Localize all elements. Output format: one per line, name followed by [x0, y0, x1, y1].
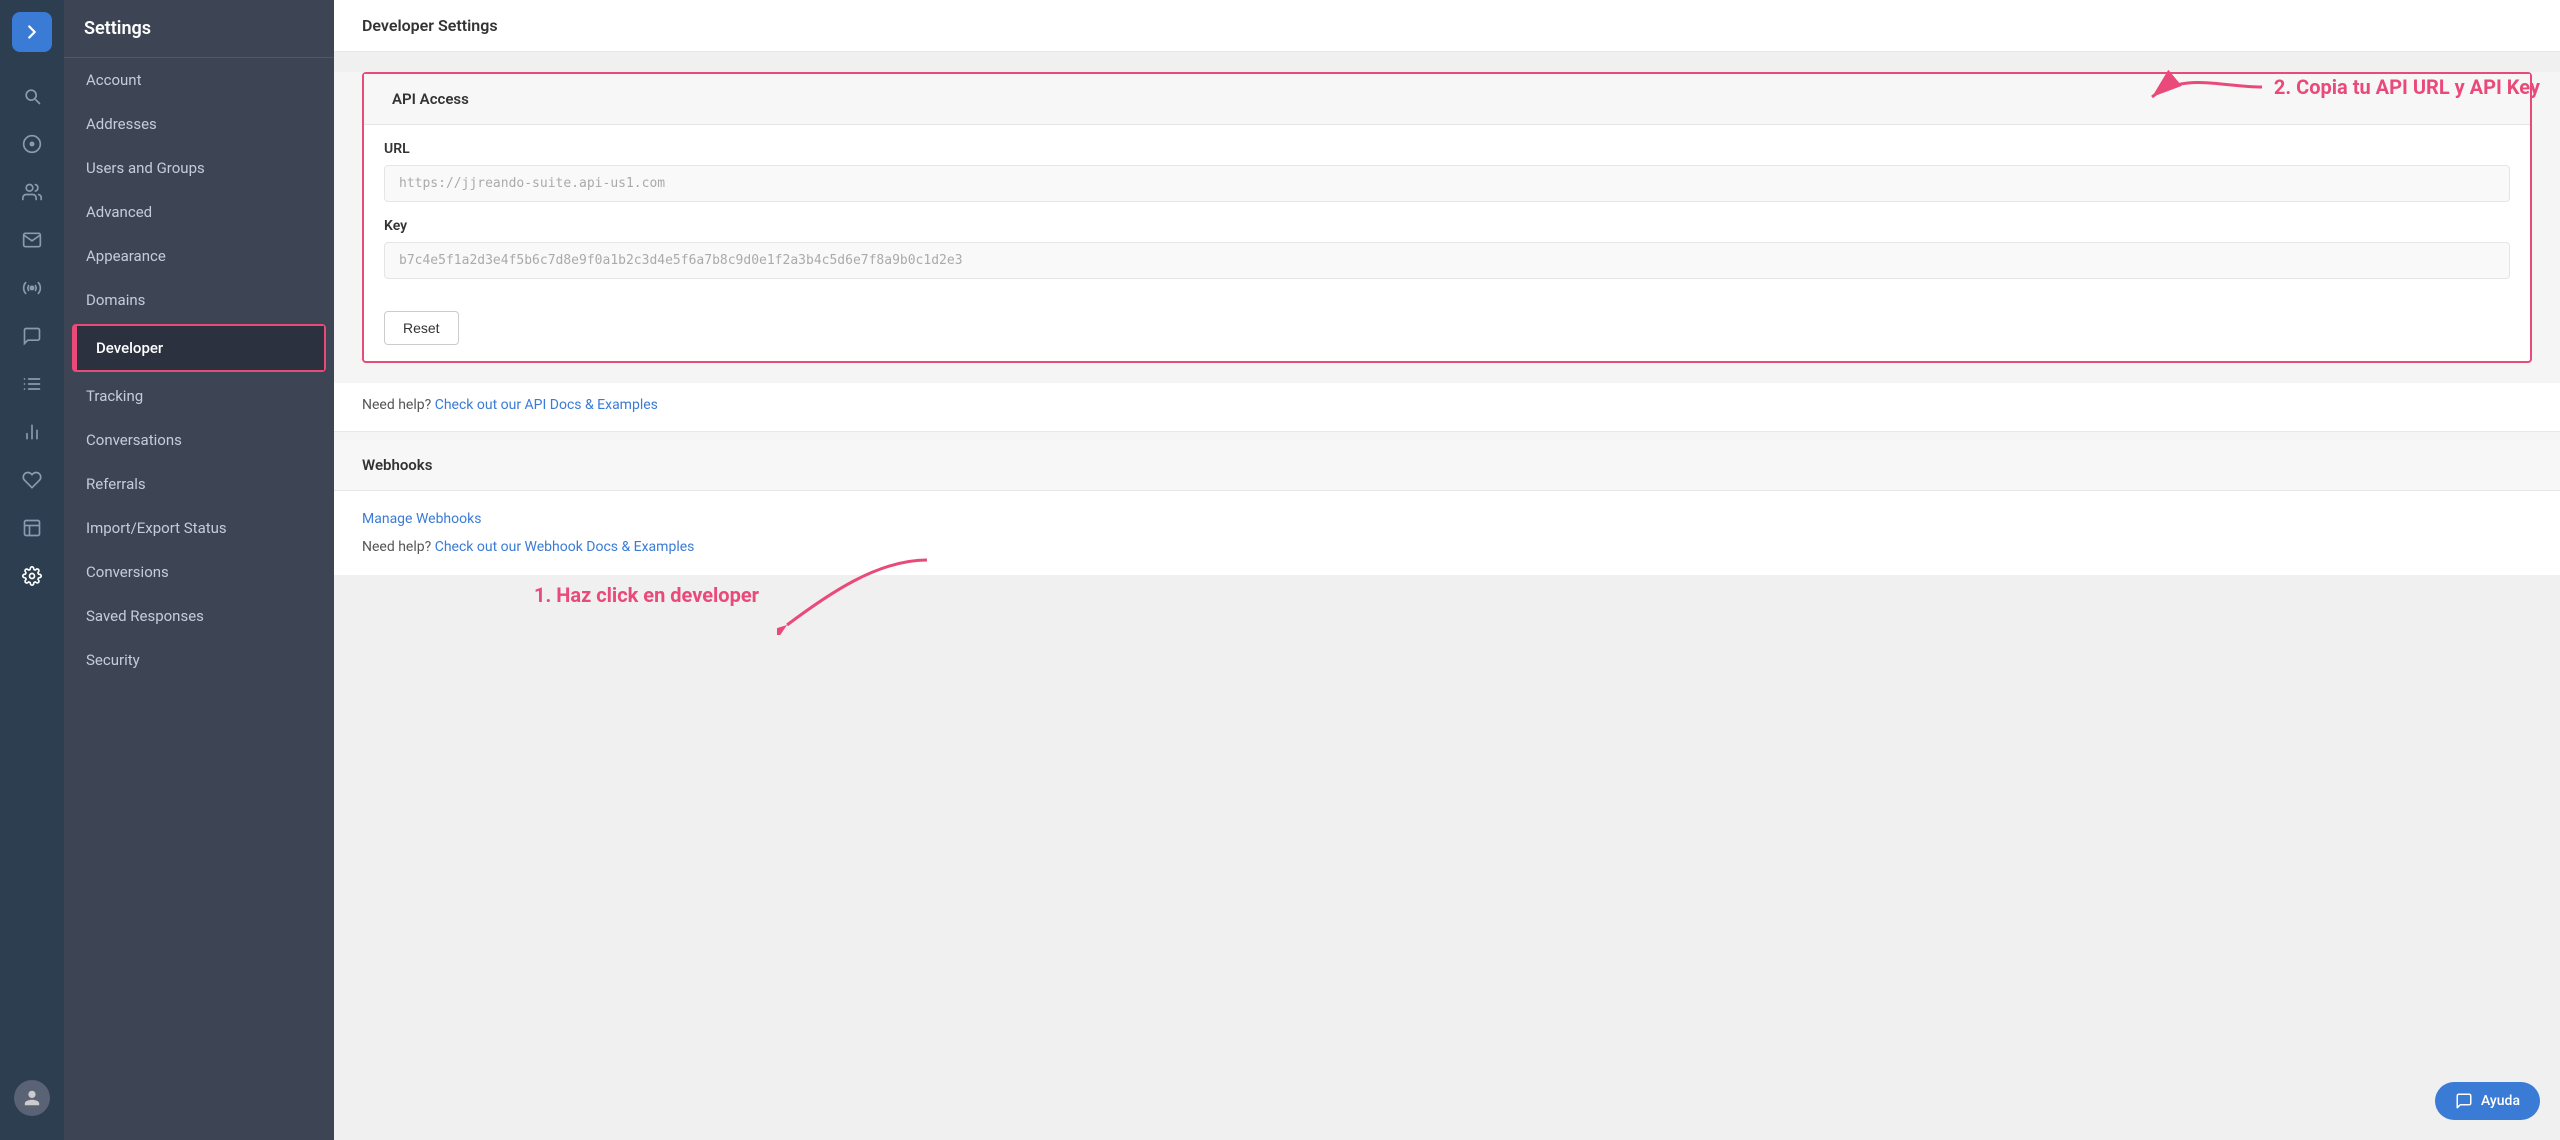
main-body: API Access URL https://jjreando-suite.ap… [334, 52, 2560, 1140]
step1-label: 1. Haz click en developer [534, 583, 759, 607]
sidebar-item-domains[interactable]: Domains [64, 278, 334, 322]
sidebar-item-advanced[interactable]: Advanced [64, 190, 334, 234]
url-label: URL [384, 141, 2510, 157]
webhooks-section: Webhooks Manage Webhooks Need help? Chec… [334, 440, 2560, 575]
nav-dashboard[interactable] [12, 124, 52, 164]
sidebar-item-import-export[interactable]: Import/Export Status [64, 506, 334, 550]
api-access-title: API Access [364, 74, 2530, 125]
sidebar-item-appearance[interactable]: Appearance [64, 234, 334, 278]
nav-mail[interactable] [12, 220, 52, 260]
sidebar-item-developer[interactable]: Developer [74, 326, 324, 370]
chat-icon [2455, 1092, 2473, 1110]
nav-lists[interactable] [12, 364, 52, 404]
icon-sidebar [0, 0, 64, 1140]
sidebar-item-conversions[interactable]: Conversions [64, 550, 334, 594]
nav-deals[interactable] [12, 460, 52, 500]
webhook-docs-link[interactable]: Check out our Webhook Docs & Examples [435, 539, 695, 555]
webhooks-help-text: Need help? Check out our Webhook Docs & … [362, 539, 2532, 555]
nav-settings[interactable] [12, 556, 52, 596]
sidebar-item-users-groups[interactable]: Users and Groups [64, 146, 334, 190]
sidebar-item-conversations[interactable]: Conversations [64, 418, 334, 462]
nav-site-messages[interactable] [12, 508, 52, 548]
webhooks-title: Webhooks [334, 440, 2560, 491]
user-avatar[interactable] [14, 1068, 50, 1128]
nav-campaigns[interactable] [12, 316, 52, 356]
api-key-value: b7c4e5f1a2d3e4f5b6c7d8e9f0a1b2c3d4e5f6a7… [384, 242, 2510, 279]
sidebar-item-tracking[interactable]: Tracking [64, 374, 334, 418]
api-access-box: API Access URL https://jjreando-suite.ap… [362, 72, 2532, 363]
sidebar-item-account[interactable]: Account [64, 58, 334, 102]
settings-sidebar: Settings Account Addresses Users and Gro… [64, 0, 334, 1140]
nav-reports[interactable] [12, 412, 52, 452]
nav-contacts[interactable] [12, 172, 52, 212]
sidebar-item-addresses[interactable]: Addresses [64, 102, 334, 146]
reset-button[interactable]: Reset [384, 311, 459, 345]
main-content: Developer Settings API Access URL https:… [334, 0, 2560, 1140]
logo-button[interactable] [12, 12, 52, 52]
api-help-text: Need help? Check out our API Docs & Exam… [334, 383, 2560, 432]
sidebar-item-security[interactable]: Security [64, 638, 334, 682]
ayuda-label: Ayuda [2481, 1093, 2520, 1109]
key-label: Key [384, 218, 2510, 234]
ayuda-button[interactable]: Ayuda [2435, 1082, 2540, 1120]
nav-search[interactable] [12, 76, 52, 116]
manage-webhooks-link[interactable]: Manage Webhooks [362, 511, 2532, 527]
page-title: Developer Settings [334, 0, 2560, 52]
nav-automations[interactable] [12, 268, 52, 308]
sidebar-title: Settings [64, 0, 334, 58]
api-url-value: https://jjreando-suite.api-us1.com [384, 165, 2510, 202]
sidebar-item-referrals[interactable]: Referrals [64, 462, 334, 506]
api-docs-link[interactable]: Check out our API Docs & Examples [435, 397, 658, 413]
sidebar-item-saved-responses[interactable]: Saved Responses [64, 594, 334, 638]
